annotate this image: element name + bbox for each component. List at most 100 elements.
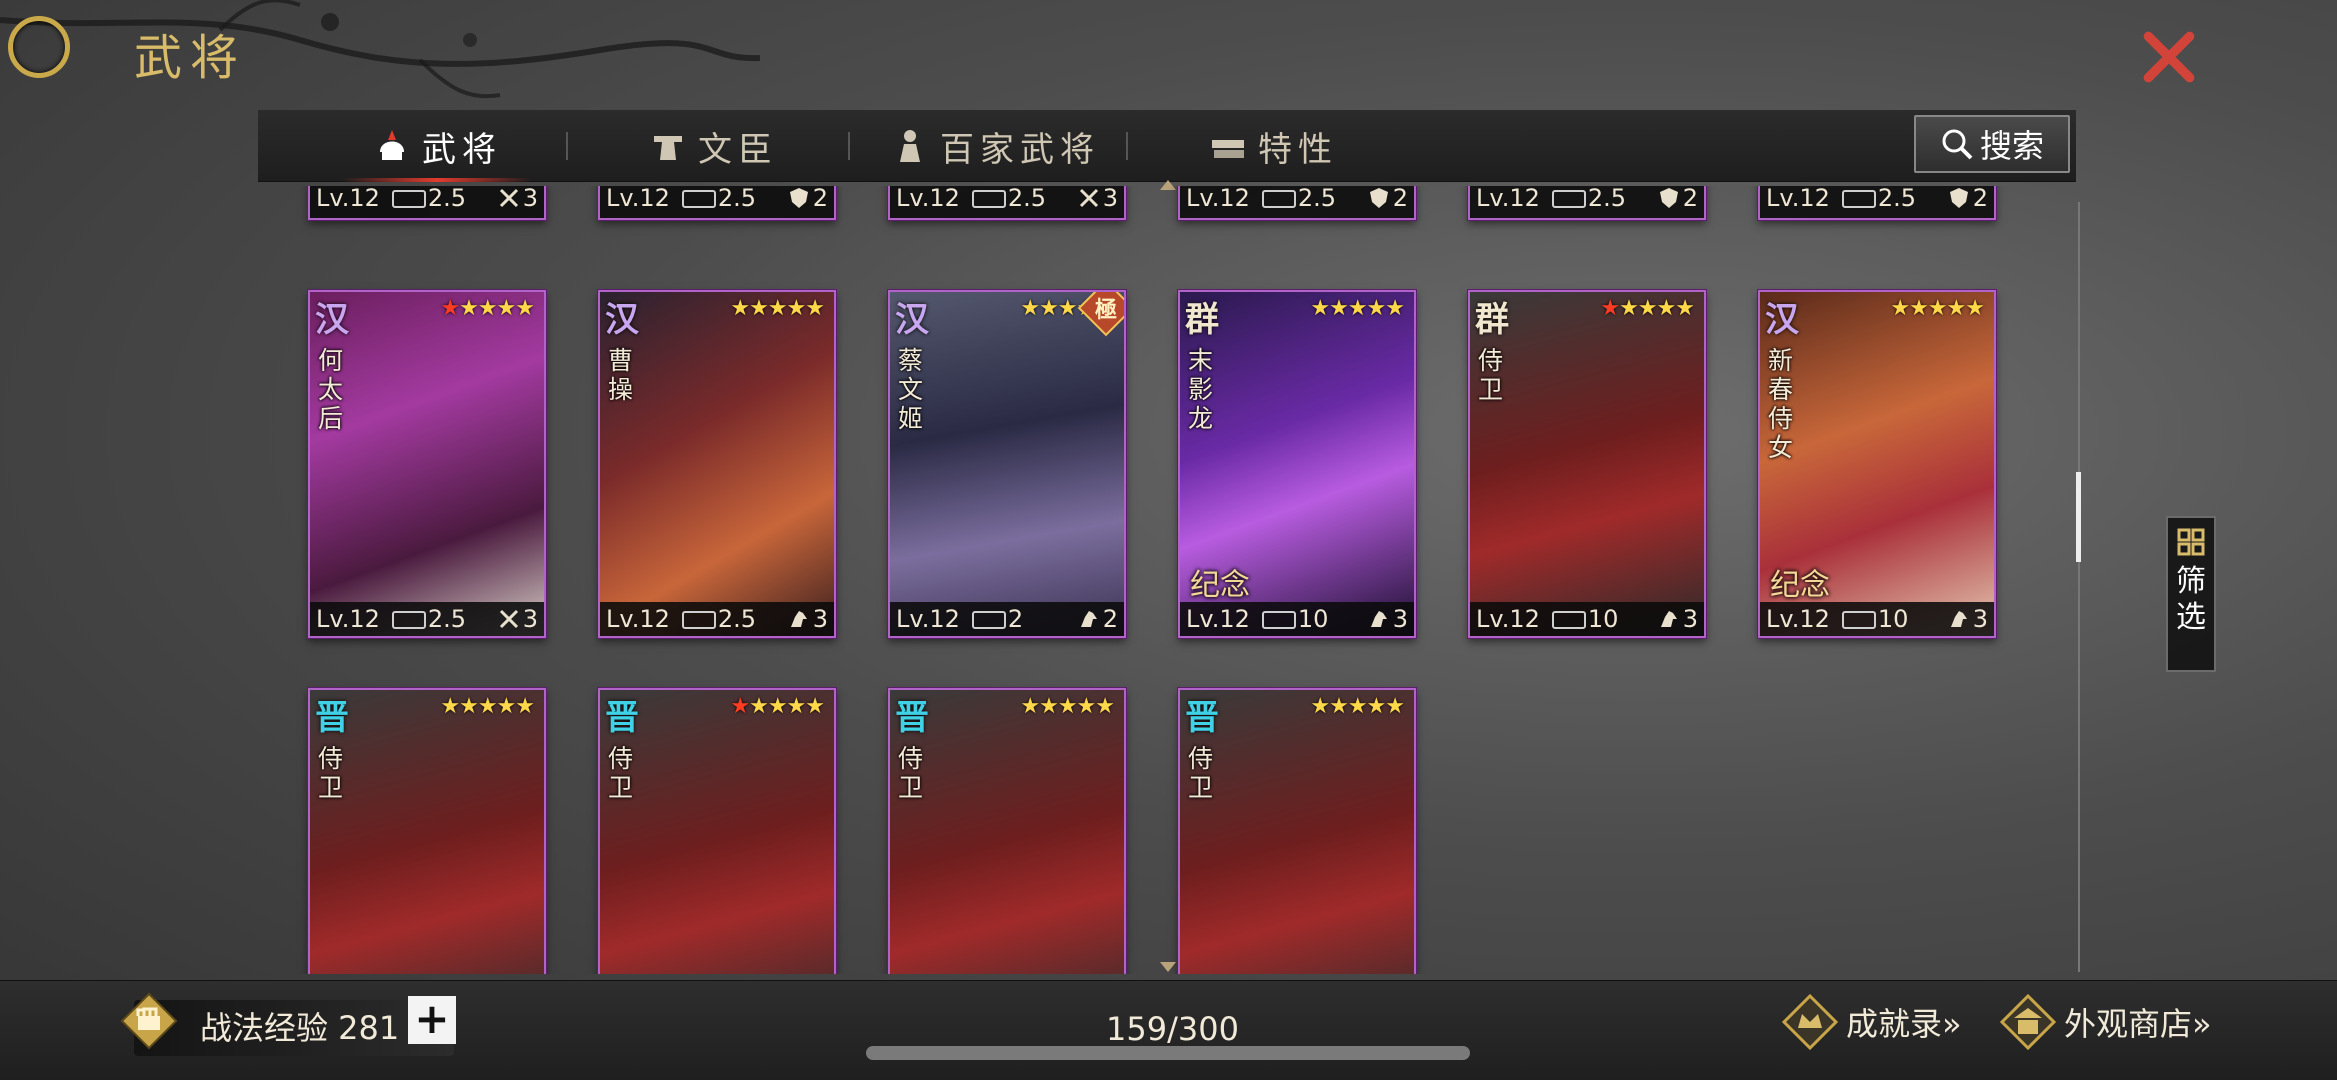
card-level: Lv.12 (316, 186, 380, 212)
horse-icon (1950, 611, 1967, 627)
card-troop-value: 3 (1972, 605, 1988, 633)
tab-label: 文臣 (698, 129, 778, 170)
horse-icon (790, 611, 807, 627)
star-rating: ★★★★★ (1890, 296, 1985, 321)
search-button[interactable]: 搜索 (1914, 115, 2070, 173)
cost-icon (1261, 190, 1296, 208)
general-name: 曹操 (608, 346, 634, 404)
faction-label: 群 (1185, 300, 1219, 340)
vertical-scroll-track[interactable] (2078, 202, 2080, 972)
scroll-down-indicator (1160, 962, 1176, 972)
general-card[interactable]: 汉新春侍女 ★★★★★ 纪念 Lv.12 10 3 (1758, 290, 1996, 638)
general-name: 新春侍女 (1768, 346, 1794, 462)
robed-figure-icon (900, 130, 920, 162)
general-card[interactable]: 晋侍卫 ★★★★★ (1178, 688, 1416, 974)
horse-icon (1660, 611, 1677, 627)
card-info-bar: Lv.12 2.5 3 (310, 602, 544, 636)
crossed-weapons-icon (1079, 188, 1098, 208)
achievement-badge-icon (1782, 994, 1838, 1050)
achievements-link[interactable]: 成就录» (1782, 994, 1962, 1050)
faction-label: 汉 (1765, 300, 1799, 340)
general-card-partial[interactable]: Lv.12 2.5 2 (1758, 186, 1996, 220)
general-name: 侍卫 (608, 744, 634, 802)
card-info-bar: Lv.12 2.5 2 (1470, 186, 1704, 218)
cost-icon (1551, 611, 1586, 629)
card-troop-value: 2 (1972, 186, 1988, 212)
tab-ministers[interactable]: 文臣 (648, 110, 778, 182)
star-rating: ★★★★★ (1600, 296, 1695, 321)
card-level: Lv.12 (316, 605, 380, 633)
general-portrait (890, 292, 1124, 636)
card-cost: 2.5 (1877, 186, 1917, 212)
cost-icon (1841, 611, 1876, 629)
card-level: Lv.12 (606, 605, 670, 633)
faction-label: 晋 (1185, 698, 1219, 738)
card-troop-value: 3 (1102, 186, 1118, 212)
crossed-weapons-icon (499, 609, 518, 629)
card-level: Lv.12 (1186, 605, 1250, 633)
close-icon[interactable] (2138, 26, 2200, 88)
star-rating: ★★★★★ (1020, 694, 1115, 719)
general-card-partial[interactable]: Lv.12 2.5 2 (1178, 186, 1416, 220)
general-name: 侍卫 (1188, 744, 1214, 802)
appearance-shop-link[interactable]: 外观商店» (2000, 994, 2212, 1050)
star-rating: ★★★★★ (440, 296, 535, 321)
card-info-bar: Lv.12 2.5 2 (1180, 186, 1414, 218)
faction-label: 晋 (895, 698, 929, 738)
general-portrait (310, 292, 544, 636)
general-card[interactable]: 晋侍卫 ★★★★★ (308, 688, 546, 974)
menu-ring-button[interactable] (8, 16, 70, 78)
horizontal-scroll-bar[interactable] (866, 1046, 1470, 1060)
general-name: 侍卫 (318, 744, 344, 802)
add-exp-button[interactable]: + (408, 996, 456, 1044)
card-info-bar: Lv.12 2.5 3 (890, 186, 1124, 218)
card-level: Lv.12 (1186, 186, 1250, 212)
general-card-partial[interactable]: Lv.12 2.5 2 (598, 186, 836, 220)
general-card[interactable]: 晋侍卫 ★★★★★ (888, 688, 1126, 974)
general-card[interactable]: 汉曹操 ★★★★★ Lv.12 2.5 3 (598, 290, 836, 638)
pavilion-icon (2000, 994, 2056, 1050)
card-troop-value: 2 (812, 186, 828, 212)
card-level: Lv.12 (896, 605, 960, 633)
cost-icon (1841, 190, 1876, 208)
general-card[interactable]: 群侍卫 ★★★★★ Lv.12 10 3 (1468, 290, 1706, 638)
card-cost: 2.5 (427, 186, 467, 212)
card-info-bar: Lv.12 2.5 2 (1760, 186, 1994, 218)
general-card-grid: Lv.12 2.5 3 Lv.12 2.5 2 Lv.12 2.5 3 Lv.12 2.5 2 Lv.1… (290, 186, 2050, 974)
card-cost: 2.5 (427, 605, 467, 633)
horse-icon (1080, 611, 1097, 627)
card-troop-value: 2 (1102, 605, 1118, 633)
vertical-scroll-thumb[interactable] (2076, 472, 2081, 562)
star-rating: ★★★★★ (1310, 694, 1405, 719)
general-card[interactable]: 汉蔡文姬 ★★★★★ 極 Lv.12 2 2 (888, 290, 1126, 638)
card-cost: 2.5 (717, 605, 757, 633)
tab-divider (848, 132, 850, 160)
general-name: 侍卫 (898, 744, 924, 802)
general-card-partial[interactable]: Lv.12 2.5 3 (308, 186, 546, 220)
general-name: 何太后 (318, 346, 344, 433)
tab-traits[interactable]: 特性 (1208, 110, 1338, 182)
shield-icon (1949, 188, 1968, 208)
card-troop-value: 3 (522, 605, 538, 633)
tab-label: 特性 (1258, 129, 1338, 170)
grid-filter-icon (2177, 528, 2205, 556)
general-card[interactable]: 群末影龙 ★★★★★ 纪念 Lv.12 10 3 (1178, 290, 1416, 638)
tab-label: 武将 (422, 129, 502, 170)
general-card-partial[interactable]: Lv.12 2.5 3 (888, 186, 1126, 220)
general-card[interactable]: 汉何太后 ★★★★★ Lv.12 2.5 3 (308, 290, 546, 638)
faction-label: 汉 (895, 300, 929, 340)
card-level: Lv.12 (1766, 186, 1830, 212)
tab-generals[interactable]: 武将 (342, 110, 532, 182)
cost-icon (1261, 611, 1296, 629)
card-info-bar: Lv.12 10 3 (1760, 602, 1994, 636)
general-card[interactable]: 晋侍卫 ★★★★★ (598, 688, 836, 974)
general-portrait (1470, 292, 1704, 636)
cost-icon (971, 190, 1006, 208)
cost-icon (391, 611, 426, 629)
general-card-partial[interactable]: Lv.12 2.5 2 (1468, 186, 1706, 220)
card-cost: 2.5 (717, 186, 757, 212)
tab-hundred-schools[interactable]: 百家武将 (890, 110, 1100, 182)
filter-button[interactable]: 筛选 (2166, 516, 2216, 672)
achievements-label: 成就录» (1846, 1005, 1962, 1043)
card-cost: 10 (1297, 605, 1329, 633)
